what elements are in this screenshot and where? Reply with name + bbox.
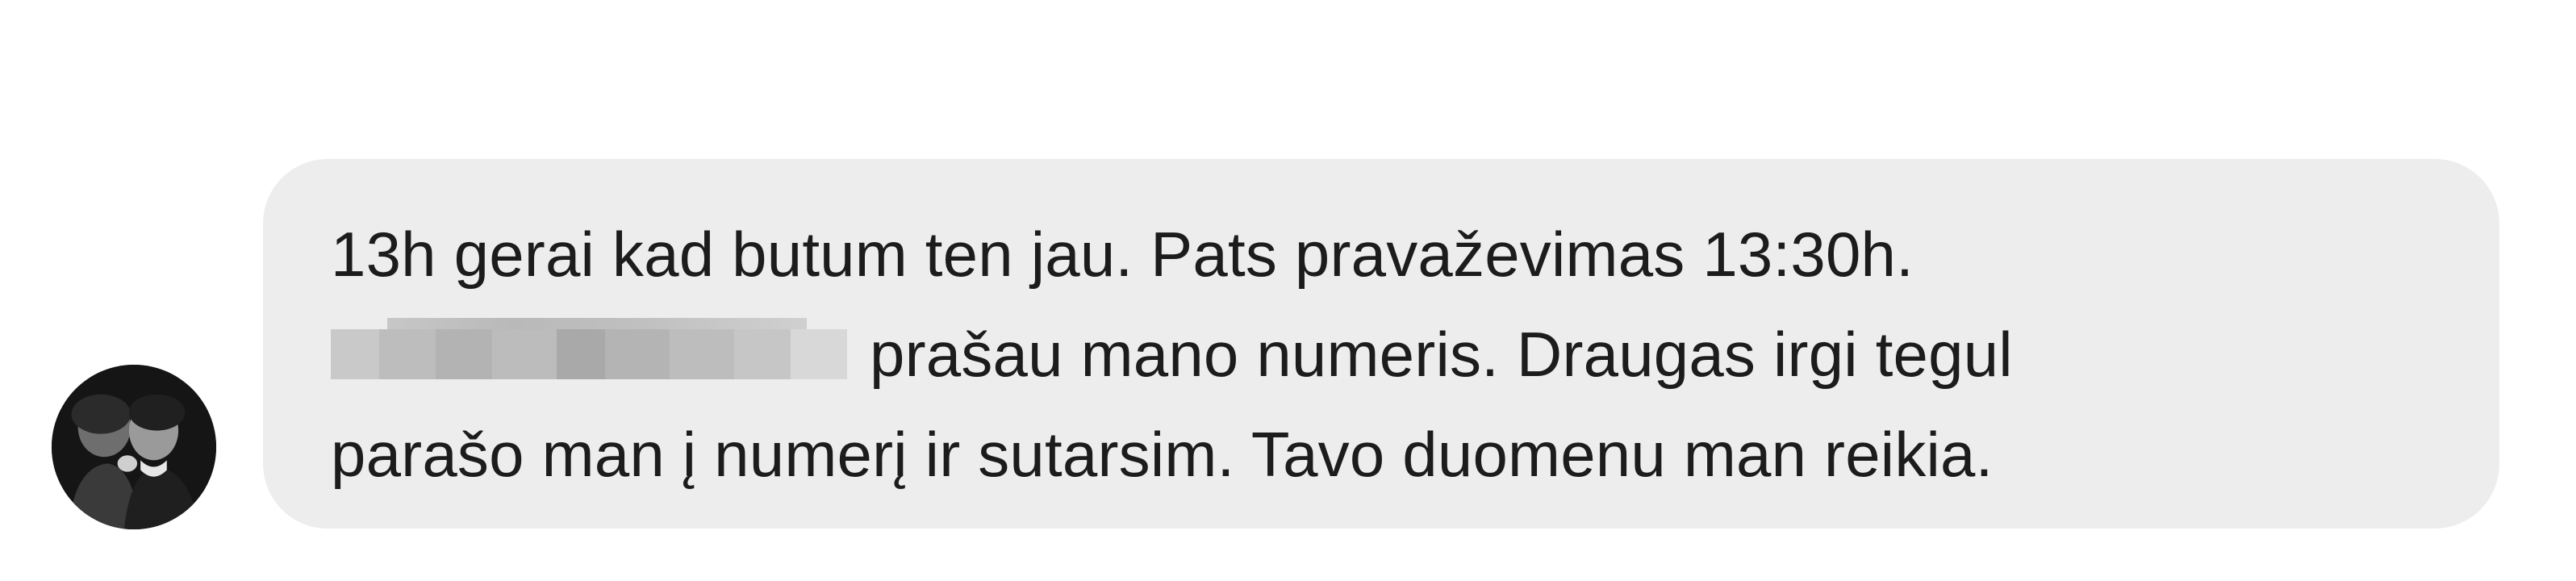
message-line-1: 13h gerai kad butum ten jau. Pats pravaž… <box>331 219 1914 290</box>
avatar-photo-icon <box>52 365 216 529</box>
message-line-2: prašau mano numeris. Draugas irgi tegul <box>331 304 2443 404</box>
message-bubble[interactable]: 13h gerai kad butum ten jau. Pats pravaž… <box>263 159 2499 529</box>
redacted-phone-number-icon <box>331 318 847 380</box>
message-line-3: parašo man į numerį ir sutarsim. Tavo du… <box>331 419 1994 490</box>
avatar[interactable] <box>52 365 216 529</box>
message-line-2-text: prašau mano numeris. Draugas irgi tegul <box>870 319 2013 390</box>
